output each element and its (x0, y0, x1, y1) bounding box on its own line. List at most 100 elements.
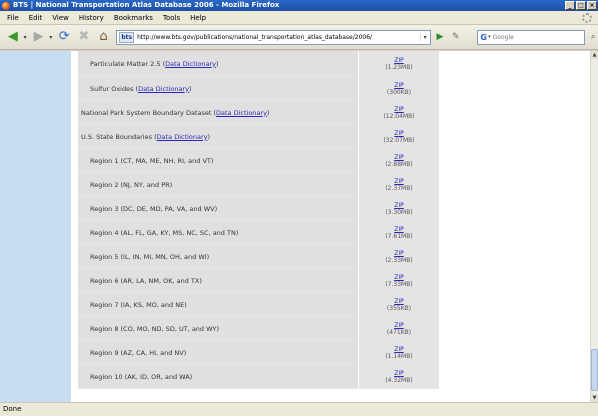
file-size: (2.88MB) (385, 160, 413, 168)
menu-edit[interactable]: Edit (24, 11, 48, 25)
back-button[interactable]: ◀ (4, 28, 22, 46)
scroll-down-icon[interactable]: ▼ (591, 394, 598, 402)
page-left-margin (0, 51, 71, 402)
zip-download-link[interactable]: ZIP (394, 298, 404, 305)
dataset-name-cell: Sulfur Oxides (Data Dictionary) (78, 77, 358, 100)
page-viewport: Particulate Matter 2.5 (Data Dictionary)… (0, 51, 590, 402)
download-cell: ZIP (32.07MB) (358, 125, 439, 148)
forward-history-dropdown-icon[interactable]: ▾ (49, 34, 52, 41)
download-cell: ZIP (1.14MB) (358, 341, 439, 364)
dataset-name: Region 6 (AR, LA, NM, OK, and TX) (90, 276, 202, 285)
menu-history[interactable]: History (74, 11, 109, 25)
dataset-name-cell: Region 6 (AR, LA, NM, OK, and TX) (78, 269, 358, 292)
table-row: Region 1 (CT, MA, ME, NH, RI, and VT) ZIP… (78, 149, 439, 173)
menu-help[interactable]: Help (185, 11, 211, 25)
file-size: (3.30MB) (385, 208, 413, 216)
minimize-button[interactable]: _ (565, 1, 575, 10)
zip-download-link[interactable]: ZIP (394, 178, 404, 185)
google-engine-icon[interactable]: G (479, 32, 489, 42)
site-icon: bts (119, 31, 135, 43)
activity-throbber-icon (582, 12, 592, 23)
close-button[interactable]: × (587, 1, 597, 10)
zip-download-link[interactable]: ZIP (394, 274, 404, 281)
file-size: (2.37MB) (385, 184, 413, 192)
scrollbar-thumb[interactable] (591, 349, 598, 391)
dataset-name-cell: Region 5 (IL, IN, MI, MN, OH, and WI) (78, 245, 358, 268)
data-dictionary-link[interactable]: Data Dictionary (138, 85, 189, 93)
dataset-name: Region 7 (IA, KS, MO, and NE) (90, 300, 187, 309)
table-row: Particulate Matter 2.5 (Data Dictionary)… (78, 51, 439, 77)
zip-download-link[interactable]: ZIP (394, 57, 404, 64)
zip-download-link[interactable]: ZIP (394, 346, 404, 353)
closing-paren: ) (266, 108, 270, 117)
address-dropdown-icon[interactable]: ▾ (419, 33, 430, 41)
dataset-name-cell: Region 3 (DC, DE, MD, PA, VA, and WV) (78, 197, 358, 220)
vertical-scrollbar[interactable]: ▲ ▼ (590, 51, 598, 402)
search-go-icon[interactable]: ⌕ (588, 31, 598, 43)
address-bar[interactable]: bts http://www.bts.gov/publications/nati… (116, 29, 431, 45)
data-dictionary-link[interactable]: Data Dictionary (216, 109, 267, 117)
data-dictionary-link[interactable]: Data Dictionary (157, 133, 208, 141)
dataset-name-cell: Region 2 (NJ, NY, and PR) (78, 173, 358, 196)
dataset-name: Region 9 (AZ, CA, HI, and NV) (90, 348, 187, 357)
table-row: Region 9 (AZ, CA, HI, and NV) ZIP (1.14MB) (78, 341, 439, 365)
zip-download-link[interactable]: ZIP (394, 106, 404, 113)
download-table: Particulate Matter 2.5 (Data Dictionary)… (78, 51, 439, 389)
zip-download-link[interactable]: ZIP (394, 370, 404, 377)
bookmark-star-icon[interactable]: ✎ (449, 31, 462, 44)
closing-paren: ) (189, 84, 192, 93)
reload-button[interactable]: ⟳ (55, 28, 73, 46)
table-row: Region 7 (IA, KS, MO, and NE) ZIP (355KB) (78, 293, 439, 317)
dataset-name: Region 4 (AL, FL, GA, KY, MS, NC, SC, an… (90, 228, 239, 237)
zip-download-link[interactable]: ZIP (394, 130, 404, 137)
status-text: Done (3, 405, 22, 413)
scroll-up-icon[interactable]: ▲ (591, 51, 598, 59)
dataset-name-cell: Region 7 (IA, KS, MO, and NE) (78, 293, 358, 316)
file-size: (1.14MB) (385, 352, 413, 360)
navigation-toolbar: ◀ ▾ ▶ ▾ ⟳ ✖ ⌂ bts http://www.bts.gov/pub… (0, 25, 598, 50)
download-cell: ZIP (300KB) (358, 77, 439, 100)
search-box[interactable]: G ▾ (477, 29, 586, 45)
table-row: Region 5 (IL, IN, MI, MN, OH, and WI) ZIP… (78, 245, 439, 269)
forward-button[interactable]: ▶ (30, 28, 48, 46)
file-size: (300KB) (386, 88, 412, 96)
zip-download-link[interactable]: ZIP (394, 82, 404, 89)
file-size: (355KB) (386, 304, 412, 312)
menu-view[interactable]: View (47, 11, 74, 25)
table-row: Sulfur Oxides (Data Dictionary) ZIP (300KB… (78, 77, 439, 101)
download-cell: ZIP (1.23MB) (358, 51, 439, 76)
go-button[interactable]: ▶ (434, 31, 447, 44)
file-size: (4.32MB) (385, 376, 413, 384)
maximize-button[interactable]: □ (576, 1, 586, 10)
zip-download-link[interactable]: ZIP (394, 226, 404, 233)
zip-download-link[interactable]: ZIP (394, 154, 404, 161)
zip-download-link[interactable]: ZIP (394, 322, 404, 329)
dataset-name-cell: Region 1 (CT, MA, ME, NH, RI, and VT) (78, 149, 358, 172)
menu-tools[interactable]: Tools (158, 11, 185, 25)
file-size: (7.33MB) (385, 280, 413, 288)
address-url[interactable]: http://www.bts.gov/publications/national… (137, 34, 419, 41)
data-dictionary-link[interactable]: Data Dictionary (165, 60, 216, 68)
back-history-dropdown-icon[interactable]: ▾ (24, 34, 27, 41)
file-size: (7.61MB) (385, 232, 413, 240)
download-cell: ZIP (3.30MB) (358, 197, 439, 220)
menu-bookmarks[interactable]: Bookmarks (109, 11, 158, 25)
stop-button[interactable]: ✖ (75, 28, 93, 46)
home-button[interactable]: ⌂ (95, 28, 113, 46)
table-row: Region 2 (NJ, NY, and PR) ZIP (2.37MB) (78, 173, 439, 197)
zip-download-link[interactable]: ZIP (394, 250, 404, 257)
zip-download-link[interactable]: ZIP (394, 202, 404, 209)
table-row: National Park System Boundary Dataset (D… (78, 101, 439, 125)
dataset-name: Sulfur Oxides ( (90, 84, 139, 93)
dataset-name-cell: Region 9 (AZ, CA, HI, and NV) (78, 341, 358, 364)
search-engine-dropdown-icon[interactable]: ▾ (488, 34, 491, 40)
file-size: (32.07MB) (383, 136, 415, 144)
dataset-name: Region 1 (CT, MA, ME, NH, RI, and VT) (90, 156, 214, 165)
download-cell: ZIP (2.33MB) (358, 245, 439, 268)
dataset-name: U.S. State Boundaries ( (81, 132, 157, 141)
dataset-name-cell: U.S. State Boundaries (Data Dictionary) (78, 125, 358, 148)
menu-bar: File Edit View History Bookmarks Tools H… (0, 11, 598, 25)
search-input[interactable] (492, 33, 579, 41)
menu-file[interactable]: File (2, 11, 24, 25)
dataset-name: National Park System Boundary Dataset ( (81, 108, 216, 117)
